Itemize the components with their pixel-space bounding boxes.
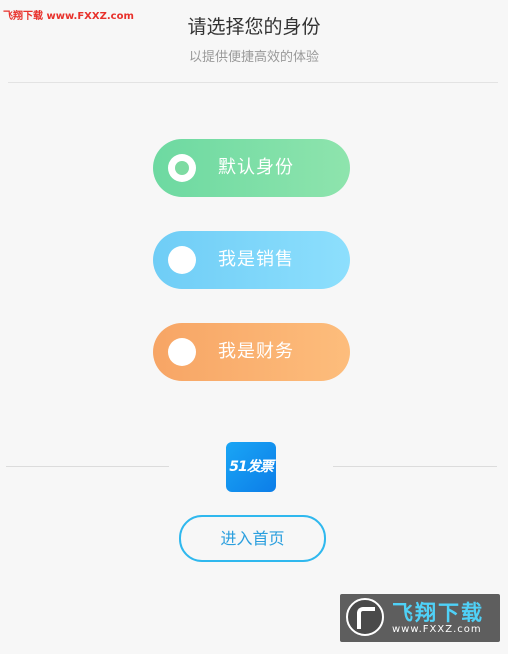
option-label: 默认身份 bbox=[218, 157, 294, 178]
option-sales[interactable]: 我是销售 bbox=[153, 231, 350, 289]
watermark-brand: 飞翔下载 bbox=[392, 601, 484, 625]
enter-home-button[interactable]: 进入首页 bbox=[179, 515, 326, 562]
option-default-identity[interactable]: 默认身份 bbox=[153, 139, 350, 197]
option-label: 我是销售 bbox=[218, 249, 294, 270]
header-divider bbox=[8, 82, 498, 83]
page-subtitle: 以提供便捷高效的体验 bbox=[188, 50, 319, 65]
radio-dot bbox=[175, 161, 189, 175]
watermark-logo-icon bbox=[346, 598, 384, 636]
radio-selected-icon[interactable] bbox=[168, 154, 196, 182]
watermark-bottom: 飞翔下载 www.FXXZ.com bbox=[340, 594, 500, 642]
divider-right bbox=[333, 466, 497, 467]
radio-unselected-icon[interactable] bbox=[168, 338, 196, 366]
page-title: 请选择您的身份 bbox=[187, 16, 321, 38]
radio-unselected-icon[interactable] bbox=[168, 246, 196, 274]
option-label: 我是财务 bbox=[218, 341, 294, 362]
app-logo: 51发票 bbox=[226, 442, 276, 492]
watermark-url: www.FXXZ.com bbox=[392, 624, 482, 635]
option-finance[interactable]: 我是财务 bbox=[153, 323, 350, 381]
divider-left bbox=[6, 466, 169, 467]
